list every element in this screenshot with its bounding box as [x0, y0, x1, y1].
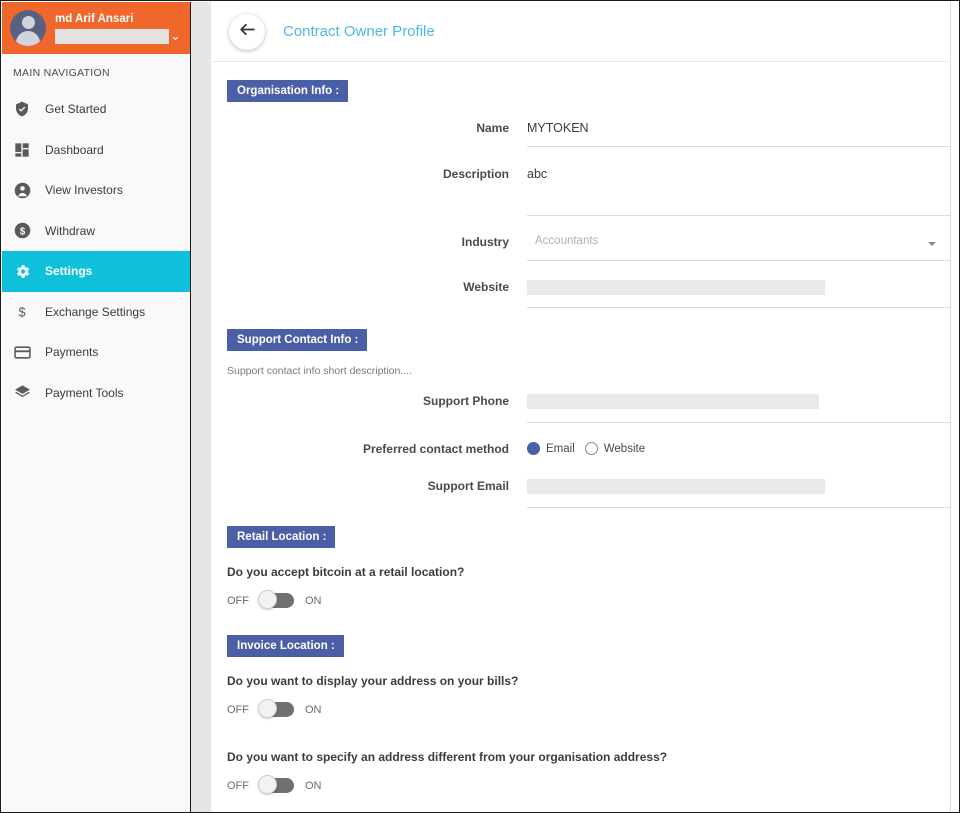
field-label-website: Website [227, 280, 527, 294]
field-control-support-phone[interactable] [527, 394, 950, 423]
sidebar-item-label: Withdraw [45, 224, 95, 238]
invoice-question-1: Do you want to display your address on y… [227, 674, 950, 688]
field-row-description: Description abc [211, 167, 950, 216]
support-note: Support contact info short description..… [227, 365, 950, 377]
toggle-on-label: ON [305, 780, 322, 792]
user-status-redacted [55, 29, 169, 44]
credit-card-icon [10, 344, 34, 361]
field-label-preferred-contact: Preferred contact method [227, 442, 527, 456]
user-meta: md Arif Ansari ⌄ [55, 13, 182, 44]
svg-text:$: $ [19, 227, 25, 238]
retail-question: Do you accept bitcoin at a retail locati… [227, 565, 950, 579]
dollar-sign-icon: $ [10, 303, 34, 321]
field-control-industry[interactable]: Accountants [527, 235, 950, 261]
arrow-left-icon [238, 20, 257, 44]
field-control-name[interactable]: MYTOKEN [527, 121, 950, 147]
sidebar-item-label: Dashboard [45, 143, 104, 157]
name-input-value: MYTOKEN [527, 121, 939, 135]
dollar-circle-icon: $ [10, 222, 34, 239]
support-phone-input[interactable] [527, 394, 819, 409]
chevron-down-icon[interactable]: ⌄ [170, 31, 181, 41]
user-panel[interactable]: md Arif Ansari ⌄ [2, 2, 190, 54]
retail-location-toggle[interactable] [260, 593, 294, 608]
radio-dot-empty-icon [585, 442, 598, 455]
toggle-off-label: OFF [227, 704, 249, 716]
radio-option-website[interactable]: Website [585, 442, 645, 455]
sidebar-item-label: Exchange Settings [45, 305, 145, 319]
sidebar-item-dashboard[interactable]: Dashboard [2, 130, 190, 171]
section-badge-support: Support Contact Info : [227, 329, 367, 351]
page-header: Contract Owner Profile [211, 2, 950, 62]
shield-check-icon [10, 101, 34, 117]
field-label-support-email: Support Email [227, 479, 527, 493]
main-content: Contract Owner Profile Organisation Info… [211, 2, 951, 813]
gear-icon [10, 263, 34, 280]
field-row-name: Name MYTOKEN [211, 121, 950, 147]
chevron-down-icon[interactable] [928, 242, 936, 246]
page-title: Contract Owner Profile [283, 23, 435, 40]
sidebar: md Arif Ansari ⌄ MAIN NAVIGATION Get Sta… [2, 2, 191, 813]
toggle-on-label: ON [305, 595, 322, 607]
field-row-support-phone: Support Phone [211, 394, 950, 423]
svg-text:$: $ [18, 305, 25, 319]
description-input-value: abc [527, 167, 939, 181]
support-email-input[interactable] [527, 479, 825, 494]
sidebar-item-withdraw[interactable]: $ Withdraw [2, 211, 190, 252]
sidebar-item-view-investors[interactable]: View Investors [2, 170, 190, 211]
sidebar-content-gutter [191, 2, 211, 813]
field-row-preferred-contact: Preferred contact method Email Website [211, 442, 950, 456]
radio-label: Email [546, 443, 575, 455]
user-name: md Arif Ansari [55, 13, 182, 26]
toggle-off-label: OFF [227, 780, 249, 792]
invoice-question-2: Do you want to specify an address differ… [227, 750, 950, 764]
radio-dot-selected-icon [527, 442, 540, 455]
different-address-toggle[interactable] [260, 778, 294, 793]
field-label-description: Description [227, 167, 527, 181]
toggle-off-label: OFF [227, 595, 249, 607]
section-badge-invoice: Invoice Location : [227, 635, 344, 657]
toggle-on-label: ON [305, 704, 322, 716]
app-window: md Arif Ansari ⌄ MAIN NAVIGATION Get Sta… [0, 0, 960, 813]
invoice-toggle-row-1: OFF ON [227, 702, 950, 717]
layers-icon [10, 384, 34, 401]
sidebar-item-label: View Investors [45, 183, 123, 197]
field-row-industry: Industry Accountants [211, 235, 950, 261]
section-badge-organisation: Organisation Info : [227, 80, 348, 102]
field-control-website[interactable] [527, 280, 950, 308]
sidebar-item-settings[interactable]: Settings [2, 251, 190, 292]
profile-form: Organisation Info : Name MYTOKEN Descrip… [211, 62, 950, 813]
sidebar-item-label: Settings [45, 264, 92, 278]
radio-label: Website [604, 443, 645, 455]
sidebar-item-payments[interactable]: Payments [2, 332, 190, 373]
industry-select-value: Accountants [527, 235, 939, 247]
back-button[interactable] [229, 14, 265, 50]
field-control-support-email[interactable] [527, 479, 950, 508]
nav-section-header: MAIN NAVIGATION [2, 54, 190, 89]
field-label-support-phone: Support Phone [227, 394, 527, 408]
sidebar-item-get-started[interactable]: Get Started [2, 89, 190, 130]
dashboard-grid-icon [10, 142, 34, 158]
sidebar-item-label: Payment Tools [45, 386, 124, 400]
avatar [10, 10, 46, 46]
field-control-preferred-contact: Email Website [527, 442, 950, 455]
field-control-description[interactable]: abc [527, 167, 950, 216]
field-row-website: Website [211, 280, 950, 308]
field-label-name: Name [227, 121, 527, 135]
sidebar-item-payment-tools[interactable]: Payment Tools [2, 373, 190, 414]
section-badge-retail: Retail Location : [227, 526, 335, 548]
preferred-contact-radio-group: Email Website [527, 442, 939, 455]
website-input[interactable] [527, 280, 825, 295]
display-address-toggle[interactable] [260, 702, 294, 717]
field-row-support-email: Support Email [211, 479, 950, 508]
user-circle-icon [10, 182, 34, 199]
invoice-toggle-row-2: OFF ON [227, 778, 950, 793]
sidebar-item-label: Get Started [45, 102, 106, 116]
field-label-industry: Industry [227, 235, 527, 249]
sidebar-item-label: Payments [45, 345, 98, 359]
user-status-row: ⌄ [55, 29, 182, 44]
sidebar-item-exchange-settings[interactable]: $ Exchange Settings [2, 292, 190, 333]
radio-option-email[interactable]: Email [527, 442, 575, 455]
retail-toggle-row: OFF ON [227, 593, 950, 608]
